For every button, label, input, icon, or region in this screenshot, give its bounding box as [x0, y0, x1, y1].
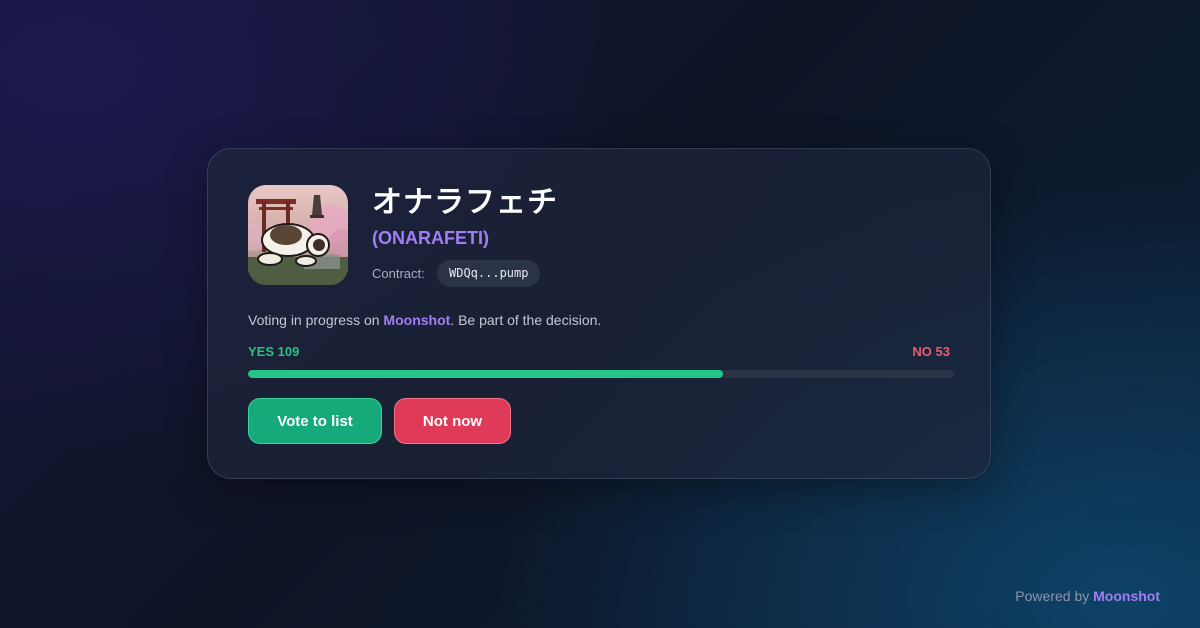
token-ticker: (ONARAFETI) — [372, 228, 489, 248]
description-suffix: . Be part of the decision. — [450, 312, 602, 328]
vote-to-list-button[interactable]: Vote to list — [248, 398, 382, 444]
description-prefix: Voting in progress on — [248, 312, 384, 328]
contract-label: Contract: — [372, 266, 425, 281]
vote-progress-fill — [248, 370, 724, 378]
footer-prefix: Powered by — [1015, 588, 1094, 604]
token-image — [248, 185, 348, 285]
footer-brand-link[interactable]: Moonshot — [1093, 588, 1160, 604]
token-artwork — [248, 185, 348, 285]
token-name: オナラフェチ — [372, 185, 558, 220]
description-brand-link[interactable]: Moonshot — [383, 312, 450, 328]
no-vote-count: NO 53 — [912, 344, 950, 359]
powered-by-footer: Powered by Moonshot — [1015, 588, 1160, 605]
voting-card: オナラフェチ (ONARAFETI) Contract: WDQq...pump… — [207, 148, 991, 479]
contract-address-chip[interactable]: WDQq...pump — [437, 260, 541, 287]
voting-description: Voting in progress on Moonshot. Be part … — [248, 311, 601, 329]
vote-progress-bar — [248, 370, 954, 378]
not-now-button[interactable]: Not now — [394, 398, 511, 444]
yes-vote-count: YES 109 — [248, 344, 300, 359]
